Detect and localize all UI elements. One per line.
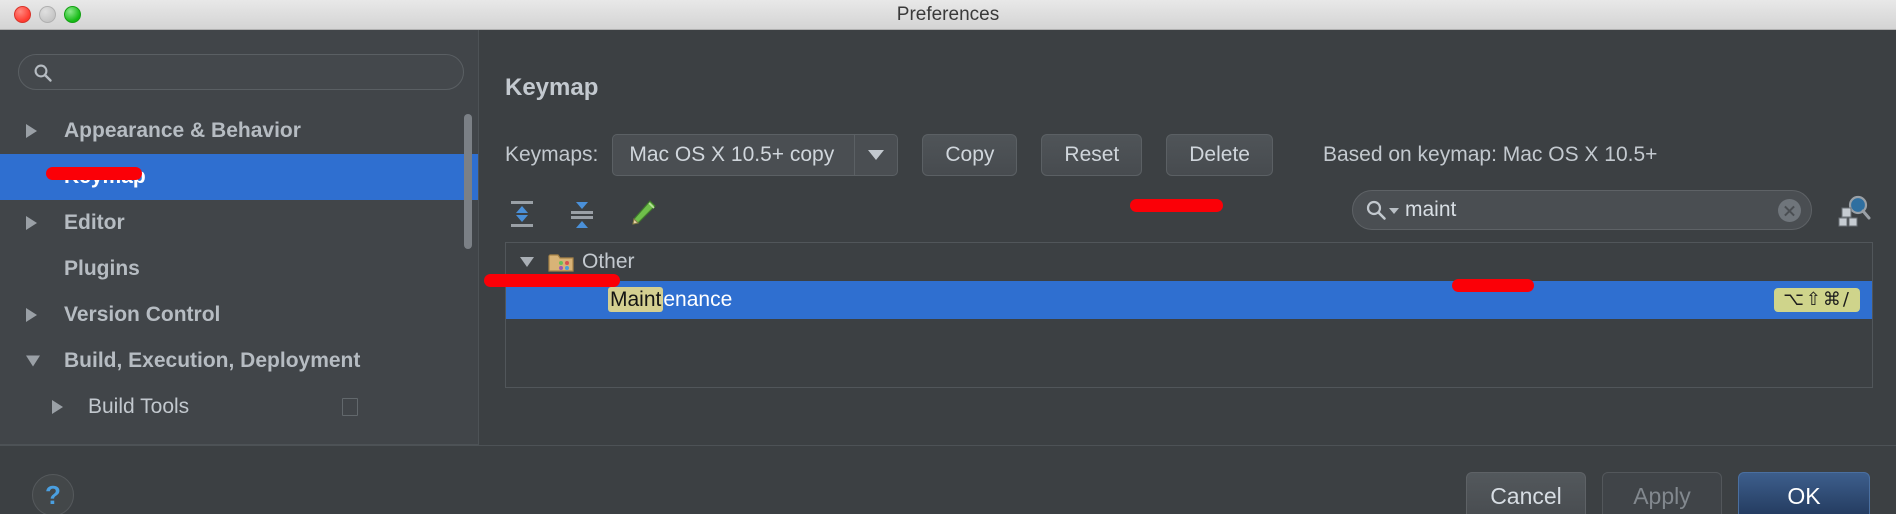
- search-options-chevron-down-icon[interactable]: [1389, 208, 1399, 214]
- sidebar-item-label: Build Tools: [88, 395, 190, 418]
- keymap-select-dropdown-button[interactable]: [854, 134, 899, 176]
- keymap-toolbar: [505, 190, 659, 238]
- sidebar-item-build-execution-deployment[interactable]: Build, Execution, Deployment: [0, 338, 478, 384]
- edit-shortcut-button[interactable]: [625, 197, 659, 231]
- chevron-right-icon[interactable]: [26, 216, 37, 230]
- edit-pencil-icon: [632, 200, 656, 225]
- delete-keymap-button[interactable]: Delete: [1166, 134, 1273, 176]
- annotation-underline-shortcut: [1452, 279, 1534, 292]
- page-title: Keymap: [505, 74, 599, 101]
- sidebar-item-label: Build, Execution, Deployment: [64, 349, 361, 372]
- sidebar-item-version-control[interactable]: Version Control: [0, 292, 478, 338]
- collapse-all-icon: [571, 202, 593, 228]
- window-content: Appearance & Behavior Keymap Editor Plug…: [0, 30, 1896, 514]
- sidebar-item-plugins[interactable]: Plugins: [0, 246, 478, 292]
- tree-row-group-other[interactable]: Other: [506, 243, 1872, 281]
- reset-keymap-button[interactable]: Reset: [1041, 134, 1143, 176]
- clear-search-icon[interactable]: [1778, 199, 1801, 222]
- sidebar-search-field[interactable]: [18, 54, 464, 90]
- sidebar-item-build-tools[interactable]: Build Tools: [0, 384, 478, 430]
- search-actions-value: maint: [1405, 198, 1457, 221]
- expand-all-button[interactable]: [505, 197, 539, 231]
- sidebar-item-label: Version Control: [64, 303, 221, 326]
- dialog-action-buttons: Cancel Apply OK: [1466, 472, 1870, 514]
- cancel-button[interactable]: Cancel: [1466, 472, 1586, 514]
- ok-button[interactable]: OK: [1738, 472, 1870, 514]
- chevron-down-icon[interactable]: [520, 257, 534, 267]
- collapse-all-button[interactable]: [565, 197, 599, 231]
- annotation-underline-search: [1130, 199, 1223, 212]
- keymap-selection-row: Keymaps: Mac OS X 10.5+ copy Copy Reset …: [505, 134, 1657, 176]
- sidebar-item-editor[interactable]: Editor: [0, 200, 478, 246]
- apply-button: Apply: [1602, 472, 1722, 514]
- copy-keymap-button[interactable]: Copy: [922, 134, 1018, 176]
- sidebar-item-appearance-behavior[interactable]: Appearance & Behavior: [0, 108, 478, 154]
- search-match-highlight: Maint: [608, 287, 664, 312]
- chevron-down-icon: [868, 150, 885, 160]
- settings-hint-icon: [342, 398, 358, 416]
- expand-all-icon: [511, 201, 533, 227]
- settings-sidebar: Appearance & Behavior Keymap Editor Plug…: [0, 30, 478, 445]
- tree-row-action-maintenance[interactable]: Maintenance ⌥⇧⌘/: [506, 281, 1872, 319]
- actions-tree[interactable]: Other Maintenance ⌥⇧⌘/: [505, 242, 1873, 388]
- annotation-underline-keymap: [46, 167, 142, 180]
- search-icon: [1366, 200, 1386, 220]
- keymap-panel: Keymap Keymaps: Mac OS X 10.5+ copy Copy…: [478, 30, 1896, 445]
- tree-row-label-rest: enance: [663, 288, 733, 311]
- folder-icon: [548, 254, 574, 272]
- chevron-right-icon[interactable]: [26, 124, 37, 138]
- find-by-shortcut-button[interactable]: [1836, 194, 1874, 228]
- keymaps-label: Keymaps:: [505, 143, 599, 166]
- preferences-window: Preferences Appearance & Behavior Keymap: [0, 0, 1896, 514]
- sidebar-item-label: Editor: [64, 211, 125, 234]
- annotation-underline-maintenance: [484, 274, 620, 287]
- sidebar-item-label: Plugins: [64, 257, 140, 280]
- chevron-right-icon[interactable]: [52, 400, 63, 414]
- keymap-select[interactable]: Mac OS X 10.5+ copy: [612, 134, 899, 176]
- tree-row-label: Maintenance: [608, 281, 732, 319]
- chevron-right-icon[interactable]: [26, 308, 37, 322]
- window-titlebar: Preferences: [0, 0, 1896, 30]
- help-button[interactable]: ?: [32, 474, 74, 514]
- keymap-select-value: Mac OS X 10.5+ copy: [612, 134, 855, 176]
- dialog-footer: ? Cancel Apply OK: [0, 445, 1896, 514]
- chevron-down-icon[interactable]: [26, 355, 40, 367]
- status-badge: ⌥⇧⌘/: [1774, 288, 1860, 312]
- sidebar-item-label: Appearance & Behavior: [64, 119, 301, 142]
- search-actions-field[interactable]: maint: [1352, 190, 1812, 230]
- window-title: Preferences: [896, 4, 1000, 25]
- sidebar-scrollbar[interactable]: [464, 114, 472, 249]
- based-on-keymap-text: Based on keymap: Mac OS X 10.5+: [1322, 143, 1658, 166]
- search-icon: [34, 64, 52, 82]
- sidebar-item-list: Appearance & Behavior Keymap Editor Plug…: [0, 108, 478, 445]
